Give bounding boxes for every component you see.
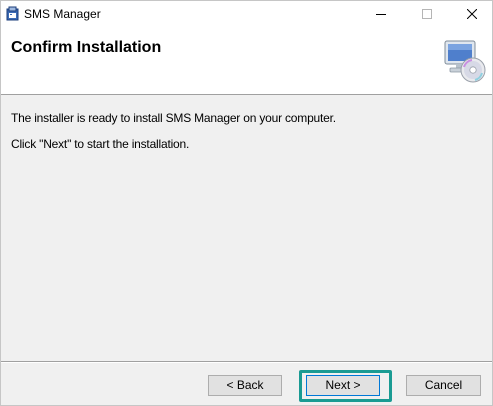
minimize-icon xyxy=(376,14,386,15)
installer-app-icon xyxy=(6,6,19,21)
window-title: SMS Manager xyxy=(24,7,101,21)
close-button[interactable] xyxy=(449,1,493,27)
page-title: Confirm Installation xyxy=(11,39,162,56)
close-icon xyxy=(467,9,477,19)
minimize-button[interactable] xyxy=(358,1,404,27)
cancel-button[interactable]: Cancel xyxy=(406,375,481,396)
header-banner: Confirm Installation xyxy=(1,27,492,95)
installer-window: SMS Manager Confirm Installation The ins… xyxy=(0,0,493,406)
next-button[interactable]: Next > xyxy=(306,375,380,396)
back-button[interactable]: < Back xyxy=(208,375,282,396)
ready-message: The installer is ready to install SMS Ma… xyxy=(11,111,336,125)
maximize-button[interactable] xyxy=(404,1,450,27)
maximize-icon xyxy=(422,9,432,19)
title-bar[interactable]: SMS Manager xyxy=(1,1,492,27)
computer-cd-icon xyxy=(444,40,486,83)
instruction-message: Click "Next" to start the installation. xyxy=(11,137,190,151)
footer-divider xyxy=(1,361,492,363)
